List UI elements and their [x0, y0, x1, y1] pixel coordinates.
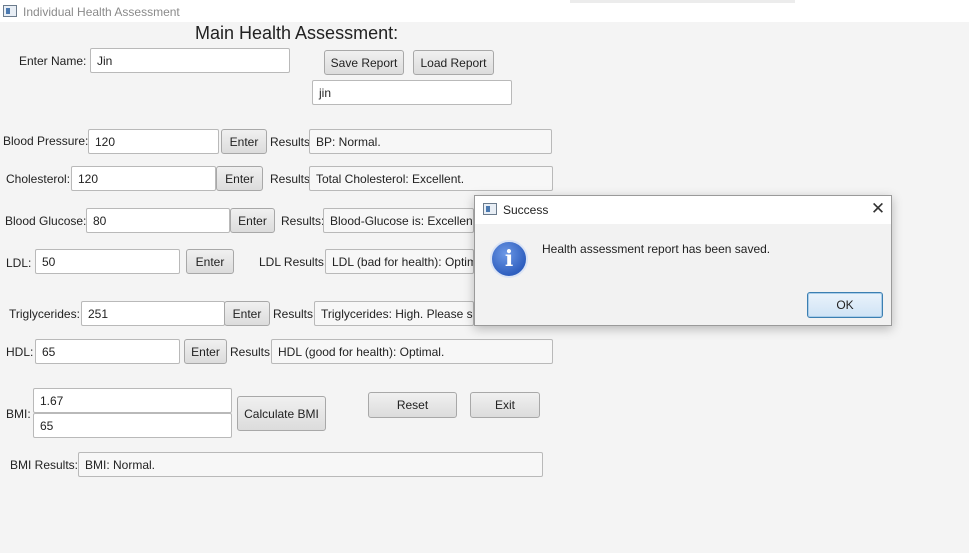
dialog-app-icon — [483, 203, 497, 215]
ldl-enter-button[interactable]: Enter — [186, 249, 234, 274]
reset-button[interactable]: Reset — [368, 392, 457, 418]
triglycerides-enter-button[interactable]: Enter — [224, 301, 270, 326]
ldl-input[interactable]: 50 — [35, 249, 180, 274]
background-window-edge — [570, 0, 795, 3]
bmi-weight-input[interactable]: 65 — [33, 413, 232, 438]
triglycerides-result-field[interactable]: Triglycerides: High. Please see a doctor… — [314, 301, 474, 326]
triglycerides-label: Triglycerides: — [9, 307, 80, 321]
blood-pressure-label: Blood Pressure: — [3, 134, 89, 148]
cholesterol-results-label: Results: — [270, 172, 314, 186]
hdl-result-field[interactable]: HDL (good for health): Optimal. — [271, 339, 553, 364]
cholesterol-input[interactable]: 120 — [71, 166, 216, 191]
bmi-label: BMI: — [6, 407, 31, 421]
window-title: Individual Health Assessment — [23, 5, 180, 19]
save-report-button[interactable]: Save Report — [324, 50, 404, 75]
load-report-input[interactable]: jin — [312, 80, 512, 105]
page-title: Main Health Assessment: — [195, 23, 399, 43]
bmi-results-label: BMI Results: — [10, 458, 79, 472]
cholesterol-result-field[interactable]: Total Cholesterol: Excellent. — [309, 166, 553, 191]
app-icon — [3, 5, 17, 17]
hdl-results-label: Results: — [230, 345, 274, 359]
triglycerides-results-label: Results: — [273, 307, 317, 321]
cholesterol-label: Cholesterol: — [6, 172, 71, 186]
ldl-label: LDL: — [6, 256, 32, 270]
blood-glucose-enter-button[interactable]: Enter — [230, 208, 275, 233]
blood-pressure-result-field[interactable]: BP: Normal. — [309, 129, 552, 154]
blood-pressure-results-label: Results: — [270, 135, 314, 149]
blood-glucose-results-label: Results: — [281, 214, 325, 228]
bmi-height-input[interactable]: 1.67 — [33, 388, 232, 413]
dialog-title: Success — [503, 203, 549, 217]
exit-button[interactable]: Exit — [470, 392, 540, 418]
cholesterol-enter-button[interactable]: Enter — [216, 166, 263, 191]
hdl-enter-button[interactable]: Enter — [184, 339, 227, 364]
blood-glucose-result-field[interactable]: Blood-Glucose is: Excellent. — [323, 208, 474, 233]
blood-pressure-input[interactable]: 120 — [88, 129, 219, 154]
success-dialog: Success ✕ i Health assessment report has… — [474, 195, 892, 326]
blood-glucose-label: Blood Glucose: — [5, 214, 87, 228]
hdl-label: HDL: — [6, 345, 34, 359]
triglycerides-input[interactable]: 251 — [81, 301, 225, 326]
blood-pressure-enter-button[interactable]: Enter — [221, 129, 267, 154]
hdl-input[interactable]: 65 — [35, 339, 180, 364]
bmi-result-field[interactable]: BMI: Normal. — [78, 452, 543, 477]
load-report-button[interactable]: Load Report — [413, 50, 494, 75]
close-icon[interactable]: ✕ — [868, 199, 888, 219]
dialog-message: Health assessment report has been saved. — [542, 242, 771, 256]
blood-glucose-input[interactable]: 80 — [86, 208, 230, 233]
ldl-results-label: LDL Results: — [259, 255, 328, 269]
ldl-result-field[interactable]: LDL (bad for health): Optimal. — [325, 249, 474, 274]
info-icon: i — [490, 240, 528, 278]
dialog-titlebar: Success ✕ — [475, 196, 891, 224]
name-label: Enter Name: — [19, 54, 87, 68]
window-titlebar: Individual Health Assessment — [0, 0, 969, 22]
calculate-bmi-button[interactable]: Calculate BMI — [237, 396, 326, 431]
name-input[interactable]: Jin — [90, 48, 290, 73]
ok-button[interactable]: OK — [807, 292, 883, 318]
